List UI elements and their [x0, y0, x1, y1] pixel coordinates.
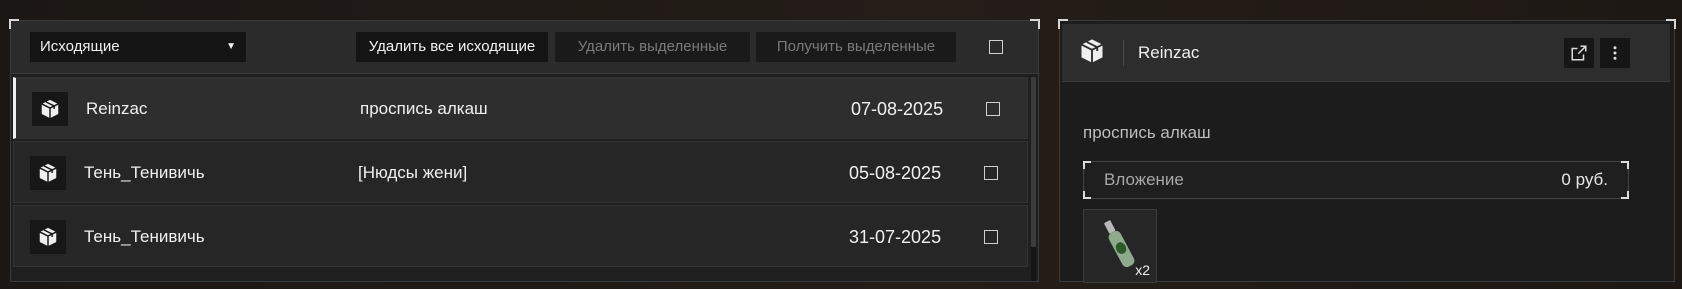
attachment-value: 0 руб.	[1561, 170, 1608, 189]
mail-date: 05-08-2025	[849, 163, 942, 183]
external-link-icon	[1571, 45, 1587, 61]
scrollbar-thumb[interactable]	[1031, 77, 1036, 247]
delete-all-button[interactable]: Удалить все исходящие	[356, 32, 548, 62]
mail-detail-panel: Reinzac проспись алкаш Вложение 0 руб. x…	[1058, 19, 1676, 283]
mail-sender: Reinzac	[86, 99, 148, 118]
package-icon	[30, 220, 66, 254]
header-divider	[1123, 40, 1124, 66]
row-checkbox[interactable]	[984, 230, 998, 244]
row-checkbox[interactable]	[986, 102, 1000, 116]
field-corner	[1083, 191, 1091, 199]
mail-subject: проспись алкаш	[360, 99, 488, 118]
select-all-checkbox[interactable]	[989, 40, 1003, 54]
more-options-button[interactable]	[1600, 38, 1630, 68]
detail-header: Reinzac	[1062, 24, 1670, 82]
detail-sender: Reinzac	[1138, 43, 1200, 62]
receive-selected-button[interactable]: Получить выделенные	[756, 32, 956, 62]
more-vertical-icon	[1613, 46, 1617, 60]
item-quantity: x2	[1135, 262, 1150, 278]
mail-row[interactable]: Тень_Тенивичь 31-07-2025	[13, 205, 1028, 267]
attachment-label: Вложение	[1104, 170, 1184, 189]
field-corner	[1621, 161, 1629, 169]
chevron-down-icon: ▼	[226, 41, 236, 52]
delete-selected-button[interactable]: Удалить выделенные	[555, 32, 750, 62]
message-text: проспись алкаш	[1083, 123, 1211, 142]
mail-row[interactable]: Тень_Тенивичь [Нюдсы жени] 05-08-2025	[13, 141, 1028, 203]
attachment-item-slot[interactable]: x2	[1083, 209, 1157, 283]
field-corner	[1621, 191, 1629, 199]
mail-row[interactable]: Reinzac проспись алкаш 07-08-2025	[13, 77, 1028, 139]
mail-sender: Тень_Тенивичь	[84, 227, 205, 246]
attachment-field: Вложение 0 руб.	[1083, 161, 1629, 199]
mail-subject: [Нюдсы жени]	[358, 163, 468, 182]
mailbox-filter-select[interactable]: Исходящие ▼	[30, 32, 246, 62]
mailbox-filter-value: Исходящие	[40, 38, 120, 55]
mail-sender: Тень_Тенивичь	[84, 163, 205, 182]
mail-date: 31-07-2025	[849, 227, 942, 247]
field-corner	[1083, 161, 1091, 169]
package-icon	[1078, 37, 1106, 70]
mail-toolbar: Исходящие ▼ Удалить все исходящие Удалит…	[11, 21, 1038, 74]
row-checkbox[interactable]	[984, 166, 998, 180]
mail-date: 07-08-2025	[851, 99, 944, 119]
mail-list-panel: Исходящие ▼ Удалить все исходящие Удалит…	[9, 19, 1040, 282]
package-icon	[30, 156, 66, 190]
package-icon	[32, 92, 68, 126]
mail-list-scrollbar[interactable]	[1031, 77, 1036, 281]
open-external-button[interactable]	[1564, 38, 1594, 68]
